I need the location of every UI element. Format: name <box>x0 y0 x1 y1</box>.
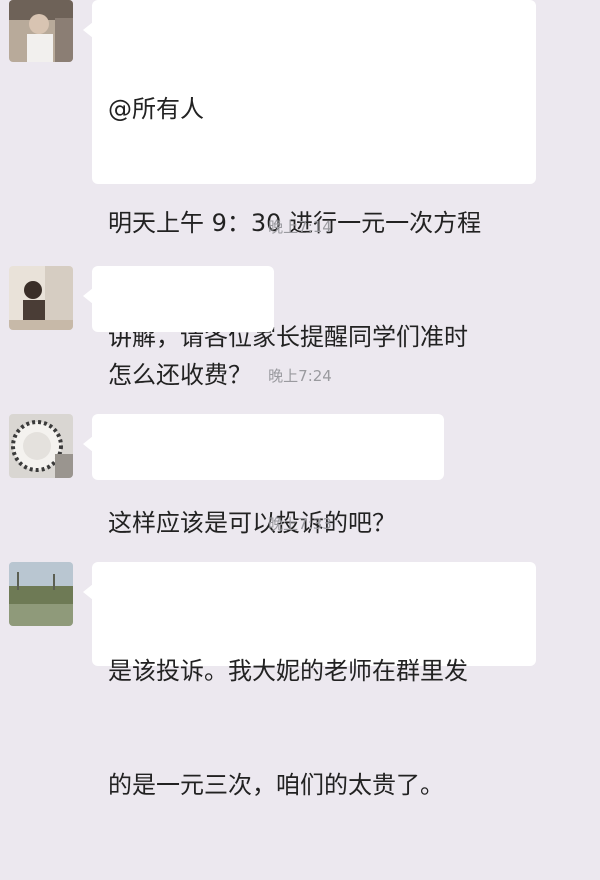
avatar-image-icon <box>9 414 73 478</box>
message-bubble[interactable]: @所有人 明天上午 9：30 进行一元一次方程 讲解，请各位家长提醒同学们准时 … <box>83 0 536 465</box>
avatar[interactable] <box>9 266 73 330</box>
avatar-image-icon <box>9 562 73 626</box>
message-bubble[interactable]: 是该投诉。我大妮的老师在群里发 的是一元三次，咱们的太贵了。 <box>83 562 536 799</box>
timestamp: 晚上7:33 <box>268 515 332 533</box>
message-line: 是该投诉。我大妮的老师在群里发 <box>108 657 468 685</box>
message-line: @所有人 <box>108 95 204 123</box>
chat-history[interactable]: @所有人 明天上午 9：30 进行一元一次方程 讲解，请各位家长提醒同学们准时 … <box>0 0 600 799</box>
timestamp: 晚上7:14 <box>268 218 332 236</box>
message-bubble[interactable]: 怎么还收费？ <box>83 266 274 389</box>
avatar[interactable] <box>9 414 73 478</box>
message-line: 的是一元三次，咱们的太贵了。 <box>108 771 444 799</box>
avatar-image-icon <box>9 0 73 62</box>
avatar[interactable] <box>9 562 73 626</box>
avatar[interactable] <box>9 0 73 62</box>
message-bubble[interactable]: 这样应该是可以投诉的吧？ <box>83 414 444 537</box>
avatar-image-icon <box>9 266 73 330</box>
timestamp: 晚上7:24 <box>268 367 332 385</box>
